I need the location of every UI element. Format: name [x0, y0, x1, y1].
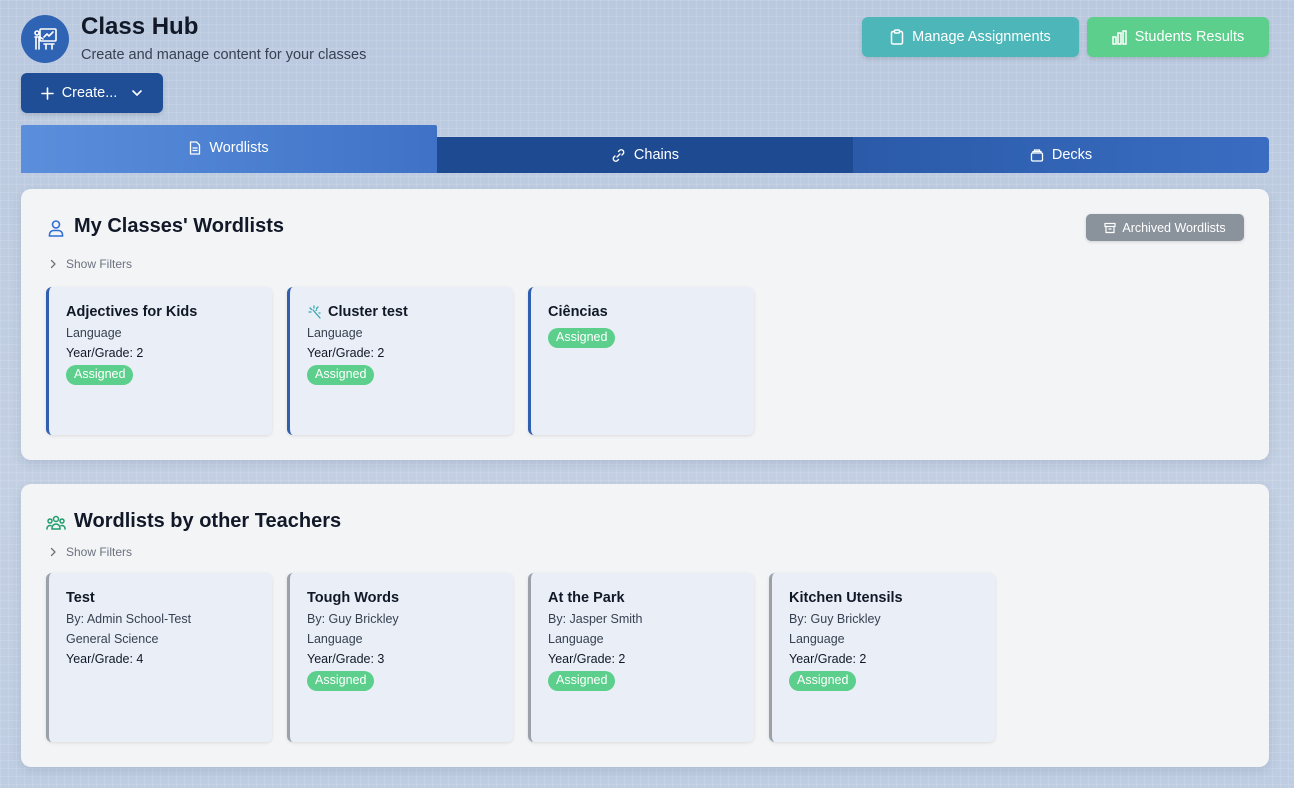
wordlist-title: Tough Words [307, 590, 400, 606]
wordlist-author: By: Guy Brickley [307, 612, 399, 626]
wordlist-card[interactable]: Ciências Assigned [528, 287, 754, 435]
wordlist-card[interactable]: At the Park By: Jasper Smith Language Ye… [528, 573, 754, 742]
other-teachers-title: Wordlists by other Teachers [74, 510, 342, 532]
other-teachers-panel: Wordlists by other Teachers Show Filters… [21, 484, 1269, 767]
students-results-button[interactable]: Students Results [1087, 17, 1269, 57]
create-label: Create... [61, 85, 118, 101]
manage-assignments-button[interactable]: Manage Assignments [862, 17, 1079, 57]
show-filters-label: Show Filters [66, 257, 133, 271]
tab-wordlists[interactable]: Wordlists [21, 125, 437, 173]
wordlist-grade: Year/Grade: 2 [789, 652, 867, 666]
assigned-badge: Assigned [789, 671, 857, 691]
chevron-right-icon [50, 259, 56, 269]
chevron-right-icon [50, 547, 56, 557]
wordlist-title: Kitchen Utensils [789, 590, 903, 606]
wordlist-card[interactable]: Tough Words By: Guy Brickley Language Ye… [287, 573, 513, 742]
my-classes-panel: My Classes' Wordlists Archived Wordlists… [21, 189, 1269, 460]
archived-wordlists-label: Archived Wordlists [1122, 220, 1226, 235]
wordlist-title: Test [66, 590, 95, 606]
document-icon [190, 141, 201, 155]
wordlist-subject: Language [307, 632, 363, 646]
wordlist-title: Cluster test [328, 304, 408, 320]
user-icon [48, 220, 64, 237]
manage-assignments-label: Manage Assignments [912, 29, 1051, 45]
wordlist-title-row: Cluster test [307, 302, 513, 322]
wordlist-grade: Year/Grade: 2 [307, 346, 385, 360]
wordlist-subject: Language [66, 326, 122, 340]
wordlist-author: By: Guy Brickley [789, 612, 881, 626]
sparkle-icon [308, 305, 321, 319]
students-results-label: Students Results [1134, 29, 1245, 45]
wordlist-card[interactable]: Kitchen Utensils By: Guy Brickley Langua… [769, 573, 995, 742]
users-group-icon [46, 515, 66, 530]
plus-icon [40, 86, 54, 100]
deck-icon [1030, 149, 1043, 162]
wordlist-grade: Year/Grade: 2 [548, 652, 626, 666]
assigned-badge: Assigned [548, 328, 616, 348]
show-filters-label: Show Filters [66, 545, 133, 559]
app-logo [21, 15, 69, 63]
assigned-badge: Assigned [548, 671, 616, 691]
wordlist-subject: General Science [66, 632, 159, 646]
wordlist-card[interactable]: Adjectives for Kids Language Year/Grade:… [46, 287, 272, 435]
wordlist-title: At the Park [548, 590, 625, 606]
tab-decks-label: Decks [1051, 147, 1093, 163]
wordlist-card[interactable]: Test By: Admin School-Test General Scien… [46, 573, 272, 742]
bar-chart-icon [1111, 29, 1127, 45]
create-dropdown-button[interactable]: Create... [21, 73, 163, 113]
tab-chains-label: Chains [633, 147, 680, 163]
show-filters-toggle[interactable]: Show Filters [48, 545, 132, 559]
assigned-badge: Assigned [307, 671, 375, 691]
wordlist-grade: Year/Grade: 2 [66, 346, 144, 360]
tab-wordlists-label: Wordlists [209, 140, 269, 156]
wordlist-grade: Year/Grade: 4 [66, 652, 144, 666]
chevron-down-icon [132, 90, 143, 96]
wordlist-title: Adjectives for Kids [66, 304, 198, 320]
page-title: Class Hub [81, 13, 199, 40]
wordlist-grade: Year/Grade: 3 [307, 652, 385, 666]
assigned-badge: Assigned [307, 365, 375, 385]
wordlist-subject: Language [548, 632, 604, 646]
wordlist-card[interactable]: Cluster test Language Year/Grade: 2 Assi… [287, 287, 513, 435]
archive-icon [1104, 222, 1116, 233]
page-subtitle: Create and manage content for your class… [81, 47, 367, 63]
wordlist-subject: Language [307, 326, 363, 340]
tab-decks[interactable]: Decks [853, 137, 1269, 173]
wordlist-author: By: Admin School-Test [66, 612, 192, 626]
wordlist-author: By: Jasper Smith [548, 612, 643, 626]
my-classes-title: My Classes' Wordlists [74, 215, 285, 237]
link-icon [612, 148, 625, 162]
teacher-board-icon [34, 28, 57, 50]
archived-wordlists-button[interactable]: Archived Wordlists [1086, 214, 1244, 241]
show-filters-toggle[interactable]: Show Filters [48, 257, 132, 271]
tab-chains[interactable]: Chains [437, 137, 853, 173]
clipboard-icon [890, 29, 904, 45]
content-tabs: Wordlists Chains Decks [21, 125, 1269, 173]
assigned-badge: Assigned [66, 365, 134, 385]
wordlist-title: Ciências [548, 304, 608, 320]
wordlist-subject: Language [789, 632, 845, 646]
